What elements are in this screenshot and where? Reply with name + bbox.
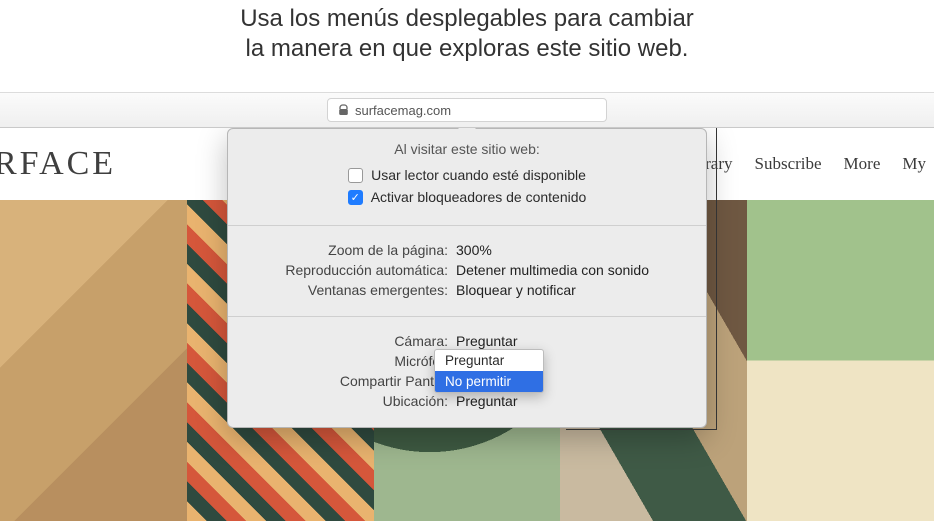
autoplay-row[interactable]: Reproducción automática: Detener multime… [248,262,686,278]
zoom-value[interactable]: 300% [456,242,686,258]
address-bar[interactable]: surfacemag.com [327,98,607,122]
microphone-label: Micrófon [248,353,448,369]
zoom-row[interactable]: Zoom de la página: 300% [248,242,686,258]
top-link[interactable]: More [844,154,881,174]
popover-section-permissions: Cámara: Preguntar Micrófon Compartir Pan… [228,317,706,427]
dropdown-option[interactable]: No permitir [435,371,543,392]
address-bar-domain: surfacemag.com [355,103,451,118]
top-link[interactable]: rary [705,154,732,174]
camera-value[interactable]: Preguntar [456,333,686,349]
page-content-area: RFACE rary Subscribe More My Al visitar … [0,128,934,521]
popups-row[interactable]: Ventanas emergentes: Bloquear y notifica… [248,282,686,298]
blockers-checkbox-row[interactable]: ✓ Activar bloqueadores de contenido [248,189,686,205]
reader-checkbox-row[interactable]: Usar lector cuando esté disponible [248,167,686,183]
help-caption-area: Usa los menús desplegables para cambiar … [0,0,934,92]
lock-icon [338,104,349,116]
blockers-checkbox-label: Activar bloqueadores de contenido [371,189,587,205]
popups-label: Ventanas emergentes: [248,282,448,298]
site-settings-popover: Al visitar este sitio web: Usar lector c… [227,128,707,428]
help-caption: Usa los menús desplegables para cambiar … [240,4,694,64]
reader-checkbox-label: Usar lector cuando esté disponible [371,167,586,183]
popups-value[interactable]: Bloquear y notificar [456,282,686,298]
top-link[interactable]: Subscribe [755,154,822,174]
location-label: Ubicación: [248,393,448,409]
callout-leader-line [566,429,716,431]
site-top-links: rary Subscribe More My [705,154,926,174]
callout-leader-line [716,128,717,430]
blockers-checkbox[interactable]: ✓ [348,190,363,205]
popover-title: Al visitar este sitio web: [248,141,686,157]
bg-tile [0,200,187,521]
autoplay-value[interactable]: Detener multimedia con sonido [456,262,686,278]
permission-dropdown-menu[interactable]: Preguntar No permitir [434,349,544,393]
caption-line-1: Usa los menús desplegables para cambiar [240,5,694,32]
top-link[interactable]: My [902,154,926,174]
camera-label: Cámara: [248,333,448,349]
bg-tile [747,200,934,521]
autoplay-label: Reproducción automática: [248,262,448,278]
screen-share-label: Compartir Pantall [248,373,448,389]
popover-section-page: Zoom de la página: 300% Reproducción aut… [228,226,706,316]
browser-toolbar: surfacemag.com [0,92,934,128]
reader-checkbox[interactable] [348,168,363,183]
camera-row[interactable]: Cámara: Preguntar [248,333,686,349]
dropdown-option[interactable]: Preguntar [435,350,543,371]
caption-line-2: la manera en que exploras este sitio web… [246,35,689,62]
site-logo: RFACE [0,145,116,183]
popover-section-general: Al visitar este sitio web: Usar lector c… [228,129,706,225]
zoom-label: Zoom de la página: [248,242,448,258]
location-row[interactable]: Ubicación: Preguntar [248,393,686,409]
location-value[interactable]: Preguntar [456,393,686,409]
